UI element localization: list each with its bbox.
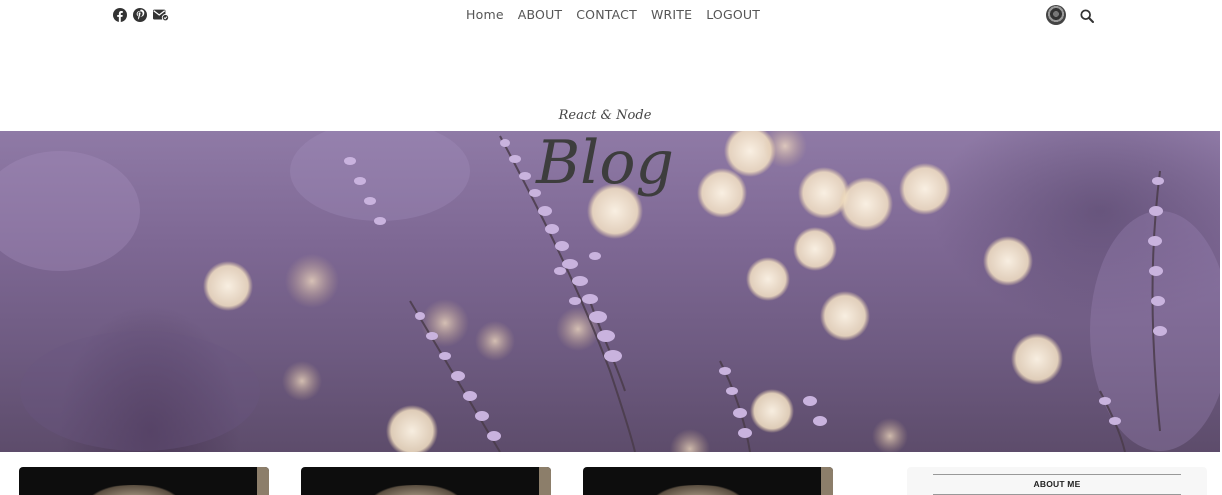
sidebar-about: ABOUT ME: [907, 467, 1207, 495]
post-card[interactable]: [19, 467, 269, 495]
user-avatar[interactable]: [1046, 5, 1066, 25]
blog-subtitle: React & Node: [558, 108, 652, 123]
post-thumbnail: [89, 485, 179, 495]
search-icon[interactable]: [1080, 8, 1094, 23]
post-card[interactable]: [583, 467, 833, 495]
mail-check-icon[interactable]: [153, 8, 169, 22]
divider: [933, 474, 1181, 475]
top-right-tools: [1046, 5, 1094, 25]
main-nav: Home ABOUT CONTACT WRITE LOGOUT: [466, 7, 760, 22]
blog-title: Blog: [536, 128, 674, 198]
nav-home-link[interactable]: Home: [466, 7, 504, 22]
social-links: [113, 8, 169, 22]
post-thumbnail-edge: [257, 467, 269, 495]
nav-contact-link[interactable]: CONTACT: [576, 7, 637, 22]
facebook-icon[interactable]: [113, 8, 127, 22]
post-thumbnail: [371, 485, 461, 495]
post-thumbnail-edge: [821, 467, 833, 495]
post-thumbnail-edge: [539, 467, 551, 495]
nav-write-link[interactable]: WRITE: [651, 7, 692, 22]
top-bar: Home ABOUT CONTACT WRITE LOGOUT: [0, 0, 1222, 32]
pinterest-icon[interactable]: [133, 8, 147, 22]
post-thumbnail: [653, 485, 743, 495]
nav-logout-link[interactable]: LOGOUT: [706, 7, 760, 22]
sidebar-title: ABOUT ME: [1033, 479, 1081, 489]
nav-about-link[interactable]: ABOUT: [518, 7, 563, 22]
post-card[interactable]: [301, 467, 551, 495]
